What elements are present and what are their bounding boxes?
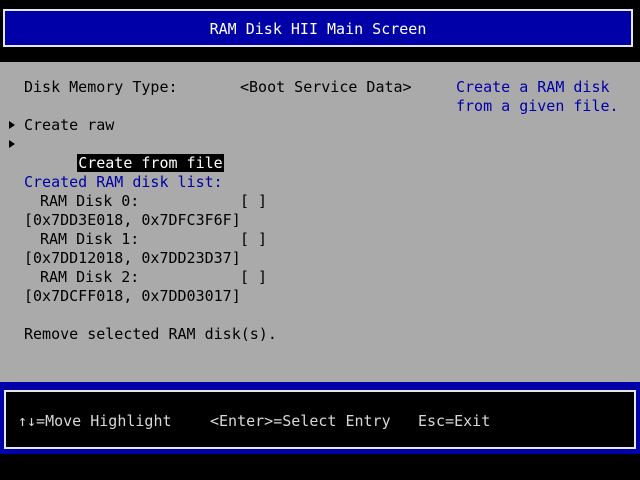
ram-disk-2-label: RAM Disk 2: bbox=[40, 268, 140, 286]
bios-screen: RAM Disk HII Main Screen Disk Memory Typ… bbox=[0, 0, 640, 480]
remove-selected-item[interactable]: Remove selected RAM disk(s). bbox=[24, 325, 277, 344]
move-highlight-hint: ↑↓=Move Highlight bbox=[18, 412, 172, 430]
ram-disk-0-checkbox[interactable]: [ ] bbox=[240, 192, 267, 211]
bottom-strip bbox=[0, 454, 640, 480]
help-text-line-2: from a given file. bbox=[456, 97, 619, 115]
ram-disk-1-checkbox[interactable]: [ ] bbox=[240, 230, 267, 249]
create-raw-item[interactable]: Create raw bbox=[24, 116, 114, 135]
select-entry-hint: <Enter>=Select Entry bbox=[210, 412, 391, 430]
footer-bar: ↑↓=Move Highlight <Enter>=Select Entry E… bbox=[0, 382, 640, 454]
create-from-file-label: Create from file bbox=[77, 154, 224, 172]
page-title: RAM Disk HII Main Screen bbox=[209, 20, 427, 38]
submenu-arrow-icon bbox=[9, 121, 15, 129]
memory-type-select[interactable]: <Boot Service Data> bbox=[240, 78, 412, 97]
submenu-arrow-icon bbox=[9, 140, 15, 148]
title-bar: RAM Disk HII Main Screen bbox=[0, 0, 640, 62]
ram-disk-0-range: [0x7DD3E018, 0x7DFC3F6F] bbox=[24, 211, 241, 229]
exit-hint: Esc=Exit bbox=[418, 412, 491, 430]
ram-disk-1-label: RAM Disk 1: bbox=[40, 230, 140, 248]
memory-type-label: Disk Memory Type: bbox=[24, 78, 178, 96]
ram-disk-2-range: [0x7DCFF018, 0x7DD03017] bbox=[24, 287, 241, 305]
ram-disk-0-label: RAM Disk 0: bbox=[40, 192, 140, 210]
disk-list-heading: Created RAM disk list: bbox=[24, 173, 223, 191]
create-from-file-item[interactable]: Create from file bbox=[23, 135, 224, 172]
help-text-line-1: Create a RAM disk bbox=[456, 78, 610, 96]
ram-disk-2-checkbox[interactable]: [ ] bbox=[240, 268, 267, 287]
title-box: RAM Disk HII Main Screen bbox=[3, 9, 633, 47]
form-area: Disk Memory Type: <Boot Service Data> Cr… bbox=[0, 62, 640, 382]
footer-box: ↑↓=Move Highlight <Enter>=Select Entry E… bbox=[4, 390, 636, 449]
ram-disk-1-range: [0x7DD12018, 0x7DD23D37] bbox=[24, 249, 241, 267]
